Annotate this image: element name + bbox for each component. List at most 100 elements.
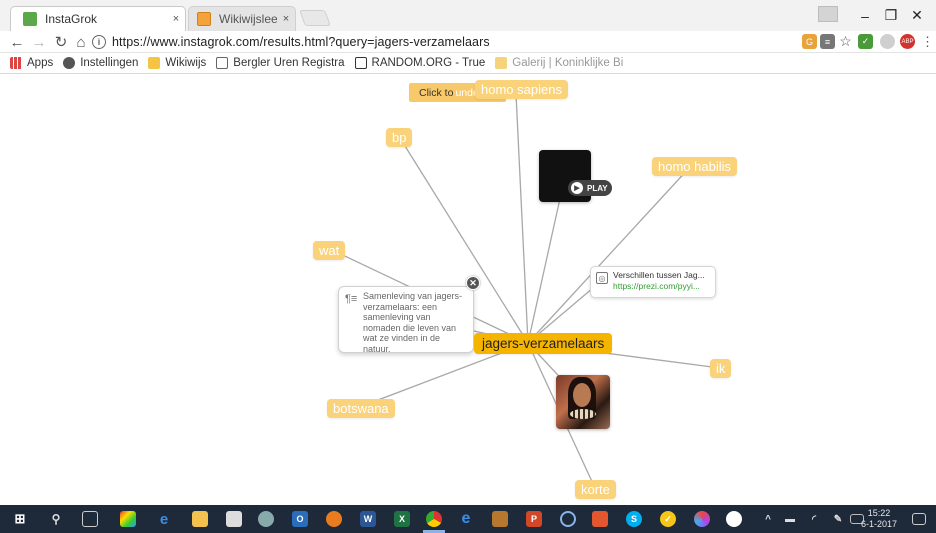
gear-icon <box>63 57 76 69</box>
bookmark-apps[interactable]: Apps <box>10 57 53 69</box>
folder-icon <box>148 57 161 69</box>
settings-app-icon[interactable] <box>726 511 742 527</box>
file-explorer-icon[interactable] <box>192 511 208 527</box>
powerpoint-icon[interactable]: P <box>526 511 542 527</box>
edge-browser-icon[interactable]: e <box>156 511 172 528</box>
website-card[interactable]: ◎ Verschillen tussen Jag... https://prez… <box>590 266 716 298</box>
gimp-icon[interactable] <box>492 511 508 527</box>
photo-face <box>573 383 591 407</box>
pen-icon[interactable]: ✎ <box>830 511 846 527</box>
wifi-icon[interactable]: ◜ <box>806 511 822 527</box>
tab-title: Wikiwijsleermiddelenplei <box>219 12 277 26</box>
fact-text: Samenleving van jagers-verzamelaars: een… <box>363 291 463 354</box>
bookmarks-bar: Apps Instellingen Wikiwijs Bergler Uren … <box>0 53 936 74</box>
node-homo-sapiens[interactable]: homo sapiens <box>475 80 568 99</box>
address-bar[interactable]: i https://www.instagrok.com/results.html… <box>92 32 792 52</box>
notifications-icon[interactable] <box>912 513 926 525</box>
close-card-icon[interactable]: ✕ <box>466 276 480 290</box>
notes-app-icon[interactable] <box>592 511 608 527</box>
bookmark-label: RANDOM.ORG - True <box>371 57 486 69</box>
forward-arrow-icon[interactable]: → <box>30 33 48 51</box>
tab-close-icon[interactable]: × <box>167 13 185 25</box>
menu-dots-icon[interactable]: ⋮ <box>920 34 935 49</box>
battery-icon[interactable]: ▬ <box>782 511 798 527</box>
excel-icon[interactable]: X <box>394 511 410 527</box>
node-ik[interactable]: ik <box>710 359 732 378</box>
node-homo-habilis[interactable]: homo habilis <box>652 157 737 176</box>
node-botswana[interactable]: botswana <box>327 399 395 418</box>
info-icon[interactable]: i <box>92 35 106 49</box>
grok-map-canvas[interactable]: Click to undo erase homo sapiens bp homo… <box>0 75 936 505</box>
bookmark-wikiwijs[interactable]: Wikiwijs <box>148 57 206 69</box>
home-icon[interactable]: ⌂ <box>72 33 90 51</box>
firefox-icon[interactable] <box>326 511 342 527</box>
checkmark-extension-icon[interactable]: ✓ <box>858 34 873 49</box>
node-bp[interactable]: bp <box>386 128 413 147</box>
chevron-up-icon[interactable]: ^ <box>760 511 776 527</box>
search-icon[interactable]: ⚲ <box>48 511 64 527</box>
paint-icon[interactable] <box>120 511 136 527</box>
play-button[interactable]: ▶ PLAY <box>568 180 612 196</box>
skype-icon[interactable]: S <box>626 511 642 527</box>
node-korte[interactable]: korte <box>575 480 616 499</box>
bookmark-galerij[interactable]: Galerij | Koninklijke Bi <box>495 57 623 69</box>
node-wat[interactable]: wat <box>313 241 346 260</box>
website-url[interactable]: https://prezi.com/pyyi... <box>613 281 710 292</box>
word-icon[interactable]: W <box>360 511 376 527</box>
bookmark-star-icon[interactable]: ☆ <box>838 33 853 49</box>
image-thumbnail[interactable] <box>556 375 610 429</box>
colorful-app-icon[interactable] <box>694 511 710 527</box>
bookmark-random-org[interactable]: RANDOM.ORG - True <box>354 57 486 69</box>
bookmark-bergler[interactable]: Bergler Uren Registra <box>216 57 345 69</box>
clock-date: 6-1-2017 <box>860 519 898 529</box>
apps-grid-icon <box>10 57 22 69</box>
bookmark-label: Instellingen <box>80 57 139 69</box>
taskbar-clock[interactable]: 15:22 6-1-2017 <box>856 508 902 530</box>
back-arrow-icon[interactable]: ← <box>8 33 26 51</box>
windows-start-icon[interactable]: ⊞ <box>12 511 28 527</box>
store-icon[interactable] <box>226 511 242 527</box>
wikiwijs-favicon-icon <box>197 12 211 26</box>
tab-title: InstaGrok <box>45 12 98 26</box>
bookmark-label: Wikiwijs <box>165 57 207 69</box>
internet-explorer-icon[interactable]: e <box>458 510 474 527</box>
gallery-icon <box>495 57 508 69</box>
profile-icon[interactable] <box>818 6 838 22</box>
photo-necklace <box>570 409 596 419</box>
outlook-icon[interactable]: O <box>292 511 308 527</box>
bookmark-instellingen[interactable]: Instellingen <box>63 57 138 69</box>
bookmark-label: Galerij | Koninklijke Bi <box>512 57 624 69</box>
people-icon[interactable] <box>258 511 274 527</box>
media-player-icon[interactable] <box>560 511 576 527</box>
edge-homo-sapiens <box>515 93 529 344</box>
disabled-extension-icon[interactable] <box>880 34 895 49</box>
url-text: https://www.instagrok.com/results.html?q… <box>112 35 490 49</box>
norton-icon[interactable]: ✓ <box>660 511 676 527</box>
tab-wikiwijs[interactable]: Wikiwijsleermiddelenplei × <box>188 6 296 31</box>
translate-extension-icon[interactable]: G <box>802 34 817 49</box>
play-icon: ▶ <box>571 182 583 194</box>
bookmark-label: Apps <box>27 57 54 69</box>
close-window-button[interactable]: ✕ <box>900 0 934 31</box>
reload-icon[interactable]: ↻ <box>52 33 70 51</box>
website-title: Verschillen tussen Jag... <box>613 270 705 280</box>
website-icon: ◎ <box>596 272 608 284</box>
node-center[interactable]: jagers-verzamelaars <box>474 333 613 354</box>
play-label: PLAY <box>587 183 608 193</box>
adblock-icon[interactable]: ABP <box>900 34 915 49</box>
task-view-icon[interactable] <box>82 511 98 527</box>
undo-prefix: Click to <box>419 86 454 99</box>
windows-taskbar: ⊞ ⚲ e O W X e P S ✓ ^ ▬ ◜ ✎ 15:22 6-1-20… <box>0 505 936 533</box>
new-tab-button[interactable] <box>299 10 331 26</box>
tab-close-icon[interactable]: × <box>277 13 295 25</box>
fact-text-icon: ¶≡ <box>345 293 358 305</box>
fact-card[interactable]: ¶≡ Samenleving van jagers-verzamelaars: … <box>338 286 474 354</box>
tab-instagrok[interactable]: InstaGrok × <box>10 6 186 31</box>
random-org-icon <box>354 57 367 69</box>
clock-time: 15:22 <box>867 508 891 518</box>
browser-toolbar: ← → ↻ ⌂ i https://www.instagrok.com/resu… <box>0 31 936 53</box>
chrome-icon[interactable] <box>426 511 442 527</box>
instagrok-favicon-icon <box>23 12 37 26</box>
reader-extension-icon[interactable]: ≡ <box>820 34 835 49</box>
tab-strip: InstaGrok × Wikiwijsleermiddelenplei × –… <box>0 0 936 31</box>
